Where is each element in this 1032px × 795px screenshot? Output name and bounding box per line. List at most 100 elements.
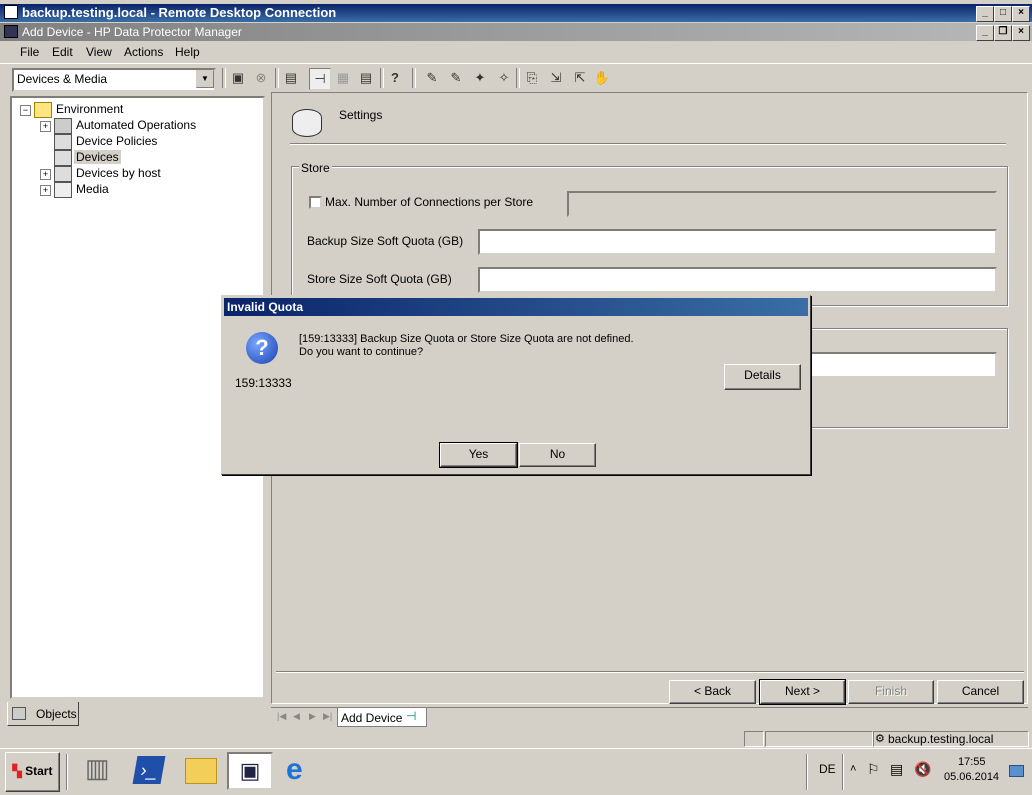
new-device-icon[interactable]: ✎ bbox=[422, 68, 442, 88]
menu-bar: File Edit View Actions Help bbox=[0, 42, 1032, 62]
stop-icon[interactable]: ⊗ bbox=[251, 68, 271, 88]
tab-nav-last-icon[interactable]: ▶| bbox=[323, 711, 332, 722]
menu-edit[interactable]: Edit bbox=[52, 45, 73, 59]
tab-add-device-label: Add Device bbox=[341, 711, 403, 725]
app-minimize-button[interactable]: _ bbox=[976, 25, 994, 41]
app-restore-button[interactable]: ❐ bbox=[994, 25, 1012, 41]
media-icon bbox=[54, 182, 72, 198]
host-icon: ⚙ bbox=[875, 733, 885, 745]
tab-nav-prev-icon[interactable]: ◀ bbox=[293, 711, 300, 722]
powershell-icon[interactable]: ›_ bbox=[132, 756, 166, 784]
app-close-button[interactable]: × bbox=[1012, 25, 1030, 41]
internet-explorer-icon[interactable]: e bbox=[286, 754, 318, 786]
pin-icon[interactable]: ⊣ bbox=[309, 68, 331, 90]
status-cell bbox=[765, 731, 873, 747]
tray-separator bbox=[842, 754, 844, 790]
app-icon bbox=[4, 25, 18, 38]
start-button[interactable]: ▚ Start bbox=[5, 752, 60, 792]
next-button[interactable]: Next > bbox=[759, 679, 846, 705]
show-desktop-icon[interactable] bbox=[1009, 765, 1024, 777]
menu-help[interactable]: Help bbox=[175, 45, 200, 59]
backup-quota-field[interactable] bbox=[478, 229, 997, 255]
rdp-title: backup.testing.local - Remote Desktop Co… bbox=[22, 5, 337, 20]
disks-icon bbox=[292, 109, 322, 137]
scan-icon[interactable]: ✧ bbox=[494, 68, 514, 88]
volume-muted-icon[interactable]: 🔇 bbox=[914, 761, 931, 778]
context-combo[interactable]: Devices & Media ▼ bbox=[12, 68, 216, 92]
tree-item-label: Device Policies bbox=[76, 134, 158, 148]
store-quota-field[interactable] bbox=[478, 267, 997, 293]
connect-icon[interactable]: ▣ bbox=[228, 68, 248, 88]
rdp-minimize-button[interactable]: _ bbox=[976, 6, 994, 22]
back-button[interactable]: < Back bbox=[669, 680, 756, 704]
max-connections-field bbox=[567, 191, 997, 217]
dialog-title-bar: Invalid Quota bbox=[224, 298, 808, 316]
app-title-bar: Add Device - HP Data Protector Manager _… bbox=[0, 23, 1032, 41]
menu-actions[interactable]: Actions bbox=[124, 45, 163, 59]
rdp-maximize-button[interactable]: □ bbox=[994, 6, 1012, 22]
library-icon bbox=[54, 150, 72, 166]
expand-icon[interactable]: + bbox=[40, 185, 51, 196]
hand-icon[interactable]: ✋ bbox=[592, 68, 612, 88]
tab-nav-first-icon[interactable]: |◀ bbox=[277, 711, 286, 722]
help-icon[interactable]: ? bbox=[385, 68, 405, 88]
max-connections-checkbox[interactable] bbox=[309, 196, 322, 209]
details-button[interactable]: Details bbox=[724, 364, 801, 390]
import-icon[interactable]: ⇱ bbox=[570, 68, 590, 88]
clock-time[interactable]: 17:55 bbox=[958, 756, 986, 768]
rdp-close-button[interactable]: × bbox=[1012, 6, 1030, 22]
expand-icon[interactable]: + bbox=[40, 121, 51, 132]
backup-quota-label: Backup Size Soft Quota (GB) bbox=[307, 234, 464, 248]
format-icon[interactable]: ⎘ bbox=[522, 68, 542, 88]
app-title: Add Device - HP Data Protector Manager bbox=[22, 25, 242, 39]
window-icon[interactable]: ▤ bbox=[356, 68, 376, 88]
status-cell bbox=[744, 731, 764, 747]
store-group-label: Store bbox=[299, 161, 332, 175]
menu-file[interactable]: File bbox=[20, 45, 39, 59]
menu-view[interactable]: View bbox=[86, 45, 112, 59]
chevron-down-icon[interactable]: ▼ bbox=[196, 70, 214, 88]
taskbar: ▚ Start ▥ ›_ ▣ e DE ˄ ⚐ ▤ 🔇 17:55 05.06.… bbox=[0, 748, 1032, 795]
flag-icon[interactable]: ⚐ bbox=[867, 761, 880, 778]
tab-nav-next-icon[interactable]: ▶ bbox=[309, 711, 316, 722]
taskbar-separator bbox=[66, 754, 68, 790]
tab-objects[interactable]: Objects bbox=[7, 702, 79, 726]
operations-icon bbox=[54, 118, 72, 134]
collapse-icon[interactable]: − bbox=[20, 105, 31, 116]
tray-expand-icon[interactable]: ˄ bbox=[850, 763, 856, 775]
new-item-icon[interactable]: ✦ bbox=[470, 68, 490, 88]
yes-button[interactable]: Yes bbox=[439, 442, 518, 468]
language-indicator[interactable]: DE bbox=[819, 762, 836, 776]
grid-icon[interactable]: ▦ bbox=[333, 68, 353, 88]
no-button[interactable]: No bbox=[519, 443, 596, 467]
max-connections-label: Max. Number of Connections per Store bbox=[325, 195, 534, 209]
list-view-icon[interactable]: ▤ bbox=[281, 68, 301, 88]
pin-icon: ⊣ bbox=[406, 709, 417, 723]
clock-date[interactable]: 05.06.2014 bbox=[944, 771, 999, 783]
edit-device-icon[interactable]: ✎ bbox=[446, 68, 466, 88]
divider bbox=[276, 671, 1024, 673]
cancel-button[interactable]: Cancel bbox=[937, 680, 1024, 704]
tray-separator bbox=[806, 754, 808, 790]
dialog-code: 159:13333 bbox=[235, 376, 292, 390]
explorer-icon[interactable] bbox=[185, 758, 217, 784]
store-quota-label: Store Size Soft Quota (GB) bbox=[307, 272, 452, 286]
export-icon[interactable]: ⇲ bbox=[546, 68, 566, 88]
status-cell-host: ⚙ backup.testing.local bbox=[873, 731, 1029, 747]
library-icon bbox=[54, 134, 72, 150]
objects-icon bbox=[12, 707, 26, 720]
rdp-title-bar: backup.testing.local - Remote Desktop Co… bbox=[0, 4, 1032, 22]
question-icon: ? bbox=[246, 332, 278, 364]
data-protector-icon[interactable]: ▣ bbox=[227, 752, 273, 790]
tab-add-device[interactable]: Add Device ⊣ bbox=[337, 708, 427, 727]
status-bar: ⚙ backup.testing.local bbox=[0, 729, 1032, 747]
finish-button: Finish bbox=[848, 680, 934, 704]
network-icon[interactable]: ▤ bbox=[890, 761, 903, 778]
start-label: Start bbox=[25, 764, 53, 778]
server-manager-icon[interactable]: ▥ bbox=[85, 753, 117, 787]
library-icon bbox=[54, 166, 72, 182]
toolbar-separator bbox=[412, 68, 416, 88]
tree-item-label: Devices bbox=[74, 150, 121, 164]
tree-item-label: Devices by host bbox=[76, 166, 161, 180]
expand-icon[interactable]: + bbox=[40, 169, 51, 180]
